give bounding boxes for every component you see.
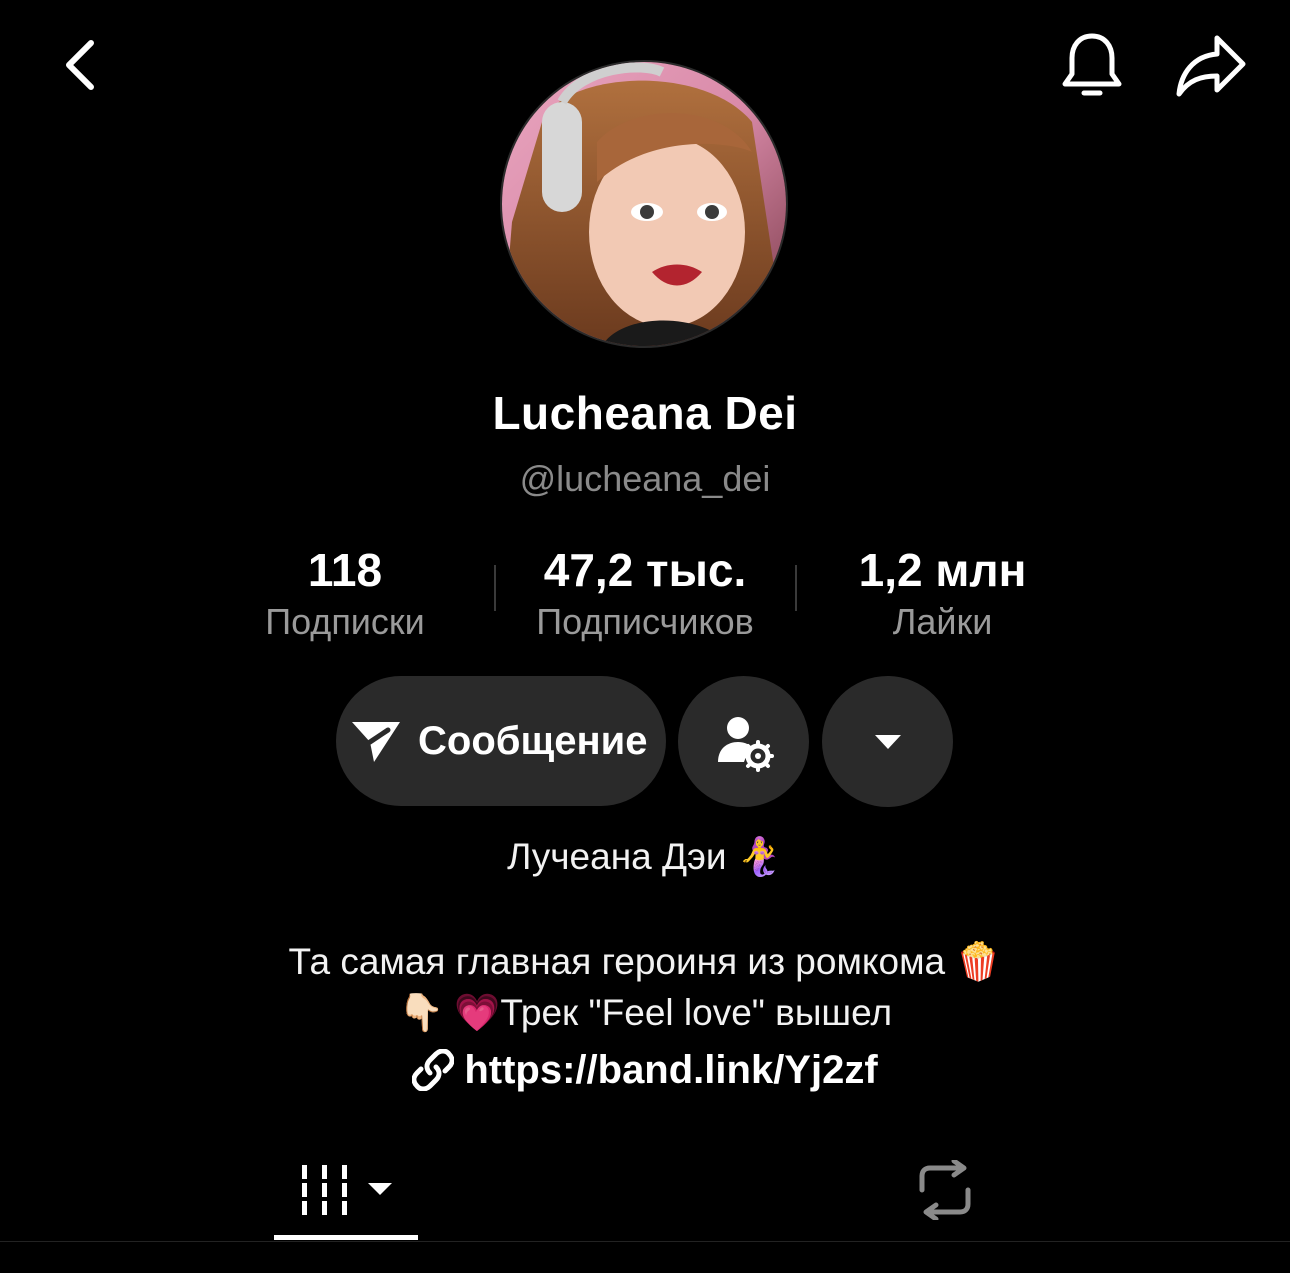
- more-button[interactable]: [822, 676, 953, 807]
- caret-down-icon: [368, 1183, 392, 1195]
- tab-videos[interactable]: [274, 1140, 418, 1240]
- bio-line-2: 👇🏻 💗Трек "Feel love" вышел: [397, 992, 893, 1033]
- stat-value: 47,2 тыс.: [543, 544, 747, 596]
- avatar[interactable]: [500, 60, 788, 348]
- profile-page: Lucheana Dei @lucheana_dei 118 Подписки …: [0, 0, 1290, 1273]
- stat-following[interactable]: 118 Подписки: [215, 540, 475, 644]
- user-settings-icon: [717, 716, 774, 772]
- repost-icon: [919, 1160, 971, 1220]
- display-name: Lucheana Dei: [492, 387, 798, 439]
- stat-label: Подписчиков: [536, 601, 754, 642]
- send-icon: [352, 722, 400, 762]
- username: @lucheana_dei: [519, 458, 771, 499]
- stat-value: 1,2 млн: [858, 544, 1027, 596]
- stat-likes[interactable]: 1,2 млн Лайки: [805, 540, 1080, 644]
- active-tab-indicator: [274, 1235, 418, 1240]
- avatar-photo: [502, 62, 786, 346]
- bell-icon: [1062, 33, 1122, 96]
- bio-line-1: Та самая главная героиня из ромкома 🍿: [288, 941, 1002, 982]
- stat-value: 118: [307, 544, 383, 596]
- bio-link-text: https://band.link/Yj2zf: [464, 1048, 878, 1092]
- message-button-label: Сообщение: [418, 718, 648, 763]
- stat-divider: [494, 565, 496, 611]
- message-button[interactable]: Сообщение: [336, 676, 666, 806]
- stat-label: Лайки: [892, 601, 993, 642]
- link-icon: [412, 1049, 455, 1091]
- friend-settings-button[interactable]: [678, 676, 809, 807]
- tab-reposts[interactable]: [880, 1140, 1010, 1240]
- tabs-divider: [0, 1241, 1290, 1242]
- caret-down-icon: [874, 734, 901, 749]
- bio-link[interactable]: https://band.link/Yj2zf: [0, 1043, 1290, 1097]
- back-button[interactable]: [44, 30, 114, 100]
- notifications-button[interactable]: [1055, 28, 1129, 104]
- share-arrow-icon: [1176, 35, 1246, 97]
- stat-divider: [795, 565, 797, 611]
- chevron-left-icon: [66, 40, 94, 90]
- grid-icon: [302, 1165, 347, 1215]
- stat-followers[interactable]: 47,2 тыс. Подписчиков: [505, 540, 785, 644]
- stat-label: Подписки: [265, 601, 425, 642]
- bio-name-line: Лучеана Дэи 🧜‍♀️: [507, 836, 783, 877]
- share-button[interactable]: [1170, 28, 1252, 104]
- bio-text: Та самая главная героиня из ромкома 🍿 👇🏻…: [0, 936, 1290, 1038]
